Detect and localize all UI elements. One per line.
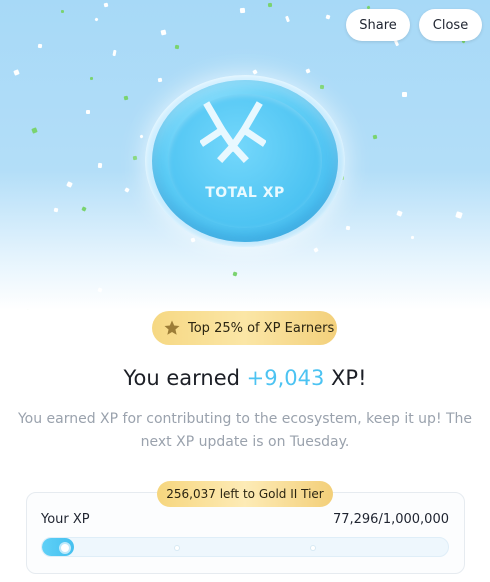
earned-amount: +9,043 xyxy=(246,366,325,390)
headline-prefix: You earned xyxy=(123,366,247,390)
progress-tick xyxy=(311,546,315,550)
confetti-piece xyxy=(112,49,117,57)
confetti-piece xyxy=(313,247,319,253)
confetti-piece xyxy=(85,109,91,115)
confetti-piece xyxy=(285,15,290,23)
your-xp-label: Your XP xyxy=(41,512,90,527)
progress-marker xyxy=(59,542,71,554)
confetti-piece xyxy=(124,187,130,193)
confetti-piece xyxy=(31,127,38,134)
confetti-piece xyxy=(232,271,238,277)
confetti-piece xyxy=(157,77,163,83)
confetti-piece xyxy=(103,2,109,8)
confetti-piece xyxy=(305,68,311,74)
rank-badge-text: Top 25% of XP Earners xyxy=(188,320,335,336)
confetti-piece xyxy=(319,84,325,90)
confetti-piece xyxy=(139,134,144,139)
confetti-piece xyxy=(455,211,463,219)
confetti-piece xyxy=(123,95,129,101)
rank-badge: Top 25% of XP Earners xyxy=(152,311,337,345)
confetti-piece xyxy=(160,29,167,36)
earned-headline: You earned +9,043 XP! xyxy=(0,366,490,390)
confetti-piece xyxy=(89,76,94,81)
confetti-piece xyxy=(97,162,103,169)
confetti-piece xyxy=(53,207,59,213)
star-icon xyxy=(164,320,180,335)
coin-label: TOTAL XP xyxy=(205,185,285,201)
description-text: You earned XP for contributing to the ec… xyxy=(17,411,473,450)
confetti-piece xyxy=(37,43,43,49)
confetti-piece xyxy=(66,181,73,188)
headline-suffix: XP! xyxy=(324,366,367,390)
confetti-piece xyxy=(402,92,407,97)
confetti-piece xyxy=(325,14,331,20)
close-button[interactable]: Close xyxy=(419,9,482,41)
confetti-piece xyxy=(239,7,246,14)
tier-remaining-pill: 256,037 left to Gold II Tier xyxy=(157,481,333,507)
confetti-piece xyxy=(252,69,258,75)
confetti-piece xyxy=(372,134,378,140)
share-button[interactable]: Share xyxy=(346,9,410,41)
confetti-piece xyxy=(13,69,20,76)
xp-value: 77,296/1,000,000 xyxy=(332,512,449,527)
confetti-piece xyxy=(97,287,103,293)
confetti-piece xyxy=(190,237,196,243)
xp-progress-bar xyxy=(41,537,449,557)
confetti-piece xyxy=(345,225,351,231)
xp-logo-icon xyxy=(200,101,266,163)
confetti-piece xyxy=(60,9,65,14)
confetti-piece xyxy=(396,210,403,217)
confetti-piece xyxy=(410,235,415,240)
progress-tick xyxy=(175,546,179,550)
confetti-piece xyxy=(174,44,180,50)
confetti-piece xyxy=(132,155,138,161)
confetti-piece xyxy=(267,2,273,8)
confetti-piece xyxy=(94,17,99,22)
confetti-piece xyxy=(81,206,87,212)
